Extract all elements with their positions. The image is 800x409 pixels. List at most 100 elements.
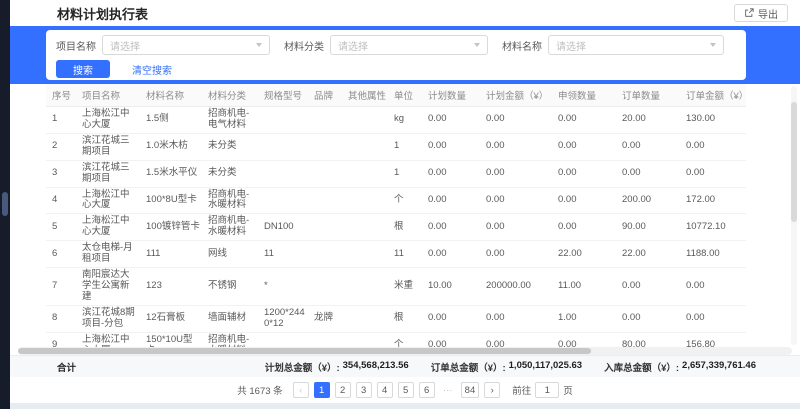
table-cell: [308, 133, 342, 160]
pager-page-1[interactable]: 1: [314, 382, 330, 398]
table-cell: 上海松江中心大厦: [76, 187, 140, 214]
pager-next-button[interactable]: ›: [484, 382, 500, 398]
table-cell: 0.00: [552, 332, 616, 347]
table-cell: 1.5侧: [140, 107, 202, 134]
pager-page-4[interactable]: 4: [377, 382, 393, 398]
table-cell: 0.00: [422, 160, 480, 187]
table-cell: 滨江花城8期项目-分包: [76, 305, 140, 332]
order-total-label: 订单总金额（¥）:: [431, 360, 506, 374]
export-label: 导出: [758, 6, 778, 21]
material-name-select[interactable]: 请选择: [548, 35, 724, 55]
pager-pages: 123456 ··· 84: [314, 382, 480, 398]
table-cell: 7: [46, 268, 76, 306]
table-row[interactable]: 6太仓电梯-月租项目111网线11110.000.0022.0022.00118…: [46, 241, 746, 268]
top-bar: 材料计划执行表 导出: [10, 0, 800, 26]
table-cell: 0.00: [616, 133, 680, 160]
table-cell: 1.0米木枋: [140, 133, 202, 160]
table-cell: 网线: [202, 241, 258, 268]
table-row[interactable]: 3滨江花城三期项目1.5米水平仪未分类10.000.000.000.000.00: [46, 160, 746, 187]
table-cell: [308, 332, 342, 347]
table-cell: 6: [46, 241, 76, 268]
table-cell: kg: [388, 107, 422, 134]
table-cell: [342, 133, 388, 160]
material-category-select[interactable]: 请选择: [330, 35, 488, 55]
chevron-down-icon: [474, 43, 480, 47]
table-cell: 3: [46, 160, 76, 187]
table-cell: 9: [46, 332, 76, 347]
table-cell: 1188.00: [680, 241, 746, 268]
table-cell: 招商机电-水暖材料: [202, 332, 258, 347]
table-cell: 0.00: [616, 160, 680, 187]
table-cell: 龙牌: [308, 305, 342, 332]
vertical-scrollbar[interactable]: [791, 86, 797, 345]
table-cell: 100镀锌管卡: [140, 214, 202, 241]
table-cell: 0.00: [552, 187, 616, 214]
table-cell: 0.00: [422, 241, 480, 268]
pager-prev-button[interactable]: ‹: [293, 382, 309, 398]
vertical-scrollbar-thumb[interactable]: [791, 102, 797, 222]
table-cell: 滨江花城三期项目: [76, 133, 140, 160]
horizontal-scrollbar-thumb[interactable]: [18, 348, 591, 354]
column-header: 项目名称: [76, 84, 140, 107]
table-cell: 0.00: [552, 214, 616, 241]
table-cell: 2: [46, 133, 76, 160]
table-row[interactable]: 9上海松江中心大厦150*10U型卡招商机电-水暖材料个0.000.000.00…: [46, 332, 746, 347]
table-cell: 1.5米水平仪: [140, 160, 202, 187]
table-row[interactable]: 7南阳宸达大学生公寓新建123不锈钢*米重10.00200000.0011.00…: [46, 268, 746, 306]
filter-field-project: 项目名称 请选择: [56, 35, 270, 55]
table-cell: 个: [388, 332, 422, 347]
filter-label: 材料名称: [502, 38, 542, 53]
table-cell: 22.00: [616, 241, 680, 268]
table-cell: 太仓电梯-月租项目: [76, 241, 140, 268]
sidebar-expand-handle[interactable]: [2, 192, 8, 216]
table-cell: DN100: [258, 214, 308, 241]
table-cell: 4: [46, 187, 76, 214]
inbound-total-amount: 入库总金额（¥）: 2,657,339,761.46: [604, 360, 756, 374]
table-cell: 0.00: [480, 160, 552, 187]
table-cell: 22.00: [552, 241, 616, 268]
pager-page-3[interactable]: 3: [356, 382, 372, 398]
table-cell: [258, 187, 308, 214]
table-row[interactable]: 5上海松江中心大厦100镀锌管卡招商机电-水暖材料DN100根0.000.000…: [46, 214, 746, 241]
table-row[interactable]: 4上海松江中心大厦100*8U型卡招商机电-水暖材料个0.000.000.002…: [46, 187, 746, 214]
sidebar[interactable]: [0, 0, 10, 409]
export-icon: [744, 8, 754, 18]
planned-total-amount: 计划总金额（¥）: 354,568,213.56: [265, 360, 409, 374]
horizontal-scrollbar[interactable]: [18, 347, 792, 355]
planned-total-value: 354,568,213.56: [343, 360, 409, 374]
table-cell: 0.00: [680, 268, 746, 306]
page-jump-input[interactable]: [535, 382, 559, 398]
table-cell: 招商机电-水暖材料: [202, 187, 258, 214]
search-button[interactable]: 搜索: [56, 60, 110, 78]
table-cell: *: [258, 268, 308, 306]
project-name-select[interactable]: 请选择: [102, 35, 270, 55]
pager-ellipsis[interactable]: ···: [440, 382, 456, 398]
pager-page-6[interactable]: 6: [419, 382, 435, 398]
select-placeholder: 请选择: [110, 38, 140, 53]
table-cell: 111: [140, 241, 202, 268]
table-cell: 150*10U型卡: [140, 332, 202, 347]
table-row[interactable]: 1上海松江中心大厦1.5侧招商机电-电气材料kg0.000.000.0020.0…: [46, 107, 746, 134]
pager-page-84[interactable]: 84: [461, 382, 480, 398]
table-cell: 10772.10: [680, 214, 746, 241]
bottom-strip: [10, 403, 800, 409]
pager-page-5[interactable]: 5: [398, 382, 414, 398]
table-cell: 招商机电-水暖材料: [202, 214, 258, 241]
table-row[interactable]: 2滨江花城三期项目1.0米木枋未分类10.000.000.000.000.00: [46, 133, 746, 160]
table-row[interactable]: 8滨江花城8期项目-分包12石膏板墙面辅材1200*2440*12龙牌根0.00…: [46, 305, 746, 332]
table-cell: 南阳宸达大学生公寓新建: [76, 268, 140, 306]
table-cell: 172.00: [680, 187, 746, 214]
table-cell: 5: [46, 214, 76, 241]
export-button[interactable]: 导出: [734, 4, 788, 22]
pager-total-count: 共 1673 条: [237, 383, 282, 397]
table-cell: [342, 160, 388, 187]
pager-page-2[interactable]: 2: [335, 382, 351, 398]
table-cell: [308, 107, 342, 134]
clear-search-button[interactable]: 清空搜索: [132, 62, 172, 77]
table-cell: 156.80: [680, 332, 746, 347]
table-cell: [308, 160, 342, 187]
table-cell: [308, 187, 342, 214]
column-header: 其他属性: [342, 84, 388, 107]
table-cell: [258, 107, 308, 134]
filter-field-category: 材料分类 请选择: [284, 35, 488, 55]
